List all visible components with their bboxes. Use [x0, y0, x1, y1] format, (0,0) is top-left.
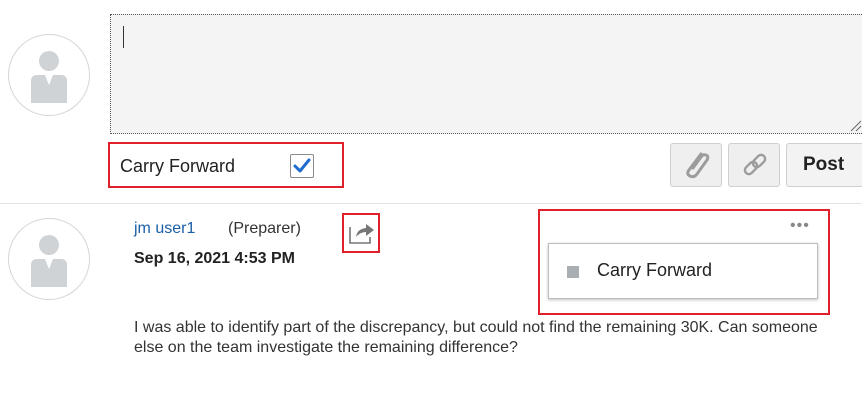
comment-timestamp: Sep 16, 2021 4:53 PM [134, 250, 295, 267]
current-user-avatar [8, 34, 90, 116]
comment-body-text: I was able to identify part of the discr… [134, 319, 818, 356]
carried-forward-indicator-highlight [342, 213, 380, 253]
user-silhouette-icon [31, 235, 67, 287]
comment-author-avatar [8, 218, 90, 300]
comment-author-link[interactable]: jm user1 [134, 220, 195, 238]
comment-author-role: (Preparer) [228, 220, 301, 237]
comment-textarea-container[interactable] [110, 14, 862, 134]
more-actions-button[interactable]: ••• [790, 217, 810, 235]
post-button[interactable]: Post [786, 143, 862, 187]
actions-menu-popup: Carry Forward [548, 243, 818, 299]
section-divider [0, 203, 862, 204]
comment-input[interactable] [111, 15, 862, 133]
carry-forward-menu-icon [567, 266, 579, 278]
carry-forward-checkbox[interactable] [290, 154, 314, 178]
menu-item-carry-forward[interactable]: Carry Forward [597, 260, 712, 281]
insert-link-button[interactable] [728, 143, 780, 187]
text-caret [123, 26, 124, 48]
paperclip-icon [686, 152, 710, 179]
share-forward-icon [349, 224, 374, 244]
attach-file-button[interactable] [670, 143, 722, 187]
link-icon [743, 153, 767, 176]
checkmark-icon [293, 158, 311, 173]
carry-forward-highlight: Carry Forward [108, 142, 344, 188]
carry-forward-label: Carry Forward [120, 156, 236, 176]
resize-grip-icon[interactable] [848, 118, 862, 132]
user-silhouette-icon [31, 51, 67, 103]
